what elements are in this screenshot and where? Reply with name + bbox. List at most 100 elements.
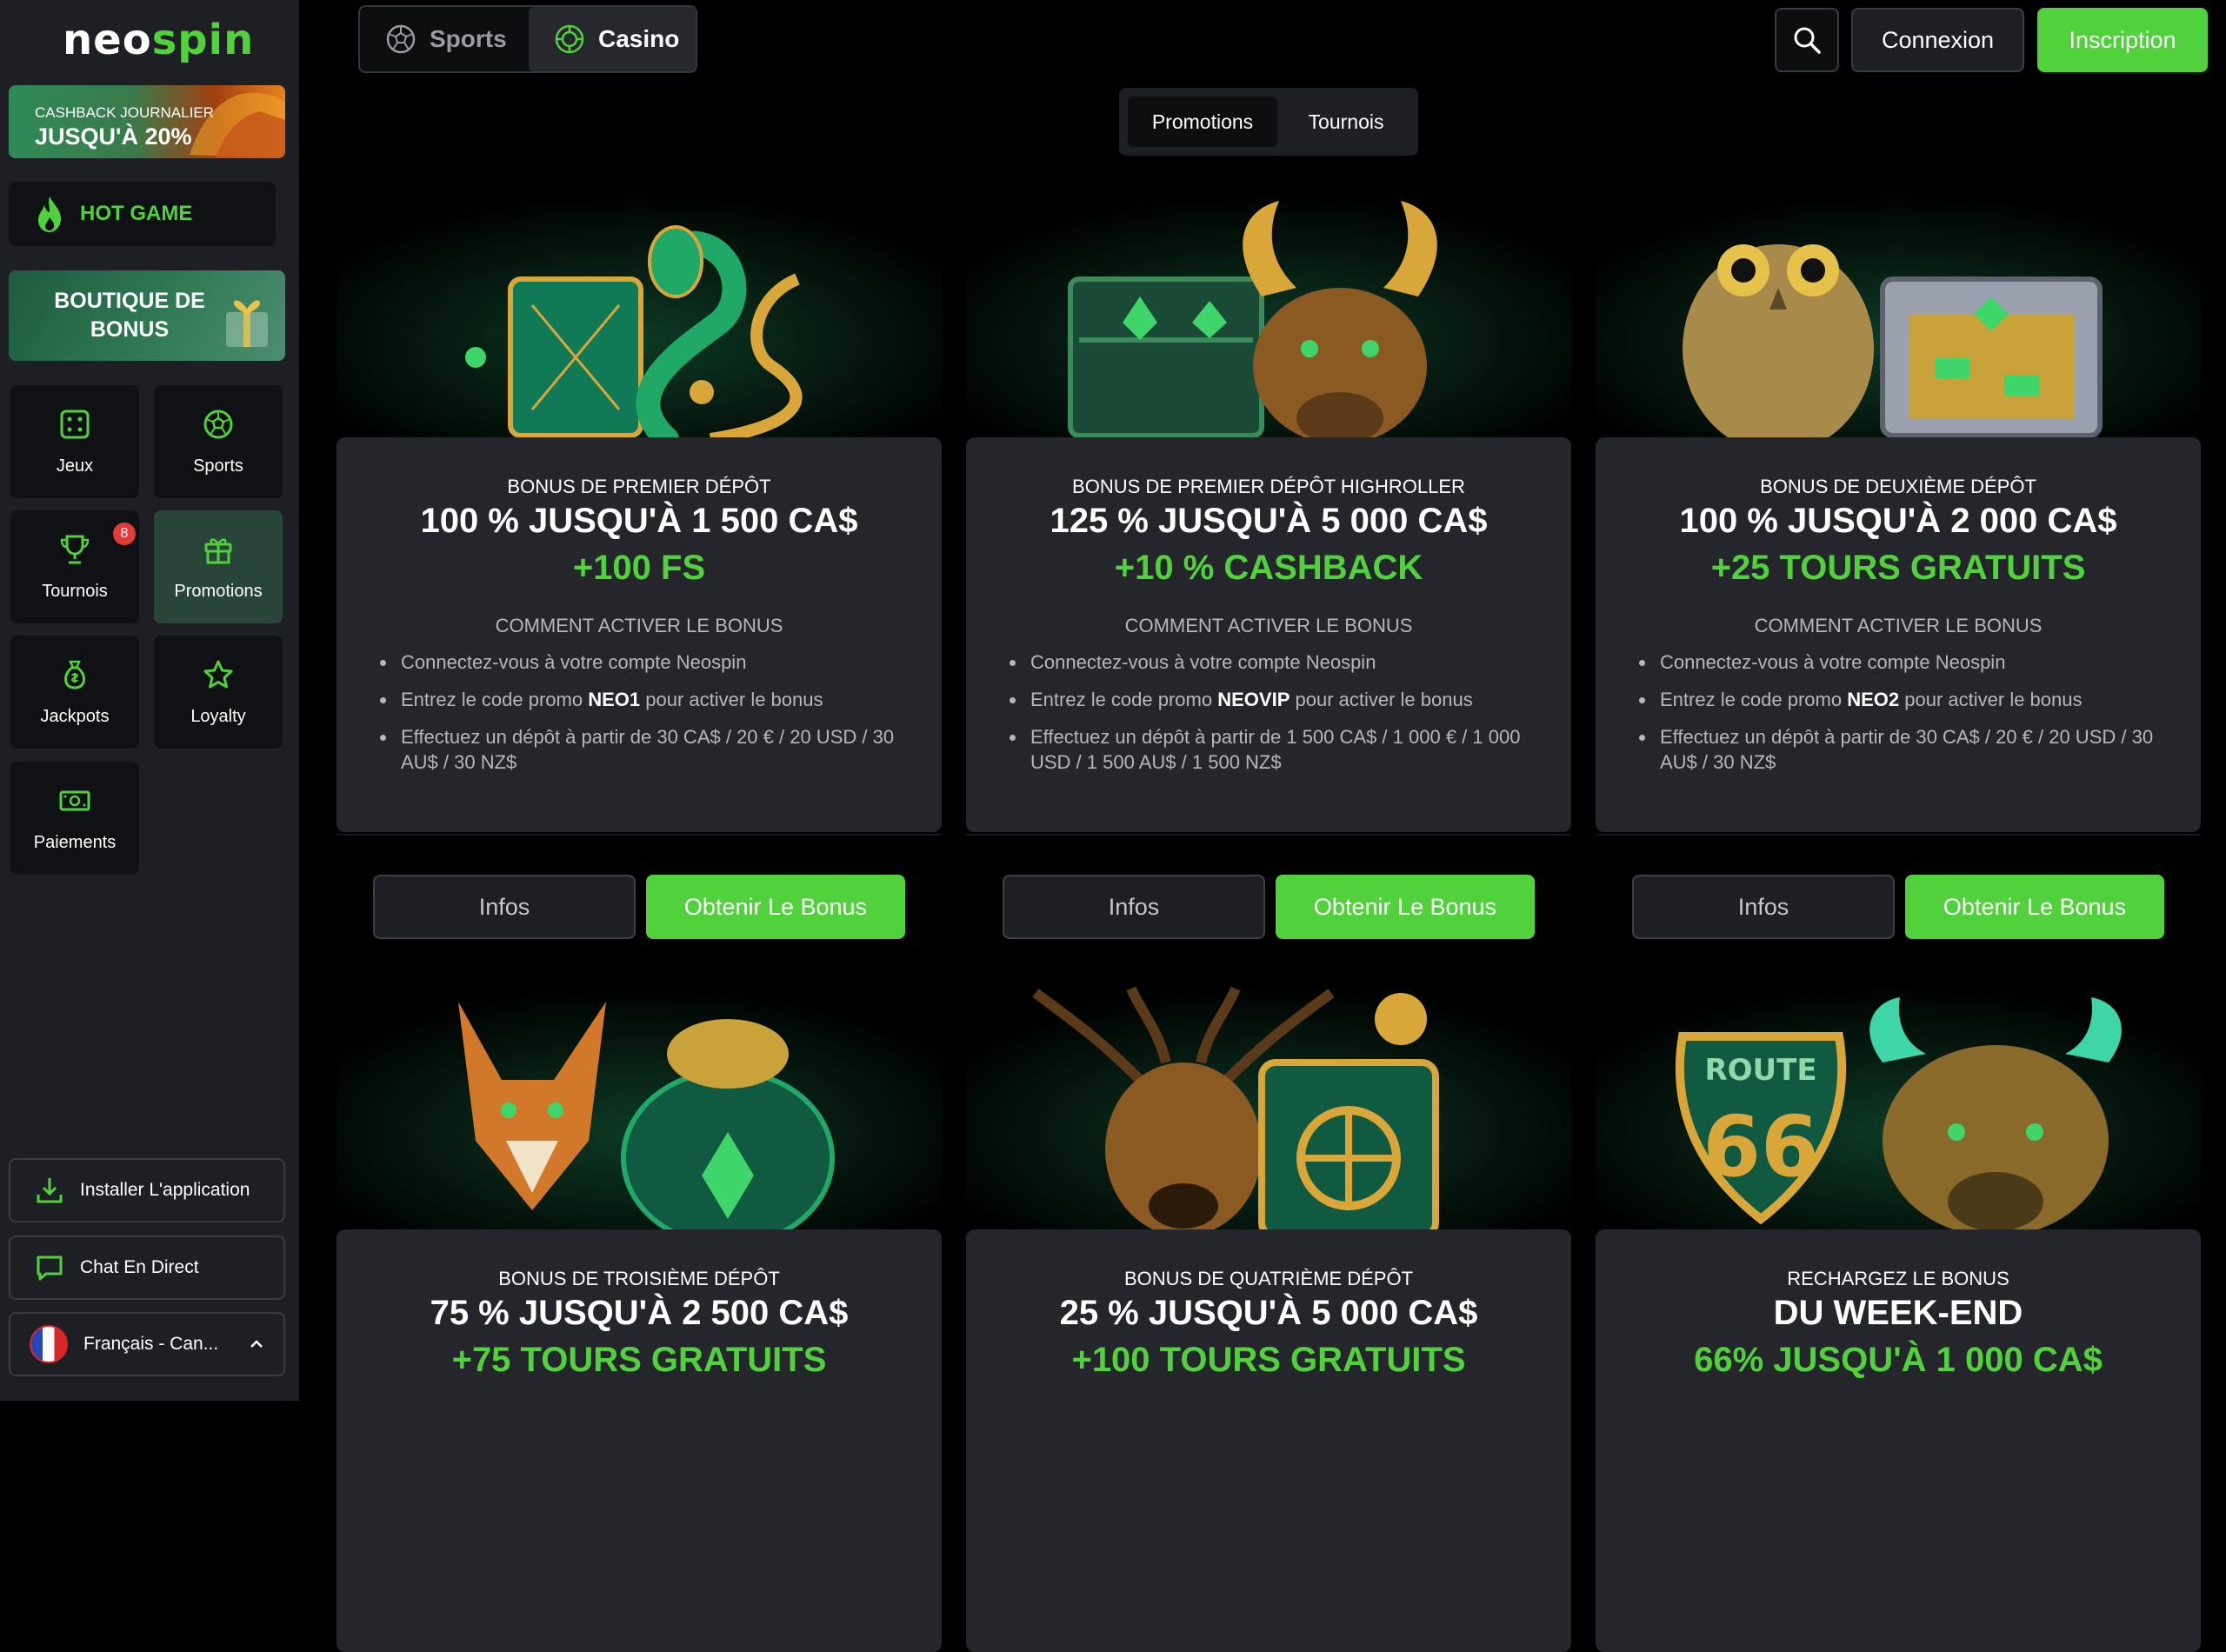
signup-button[interactable]: Inscription [2037,8,2208,72]
language-label: Français - Can... [83,1334,219,1354]
search-icon [1794,27,1821,54]
promo-step: Effectuez un dépôt à partir de 30 CA$ / … [377,724,916,775]
live-chat-button[interactable]: Chat En Direct [9,1236,285,1300]
install-app-button[interactable]: Installer L'application [9,1158,285,1222]
promo-step: Effectuez un dépôt à partir de 30 CA$ / … [1636,724,2175,775]
download-icon [37,1178,63,1203]
bull-chest-illustration-icon [966,192,1571,439]
promo-caption: BONUS DE PREMIER DÉPÔT [507,476,771,497]
info-button[interactable]: Infos [373,875,636,939]
sidebar-item-label: Jackpots [40,706,110,726]
promo-illustration [1596,192,2201,439]
promo-card-body: BONUS DE QUATRIÈME DÉPÔT 25 % JUSQU'À 5 … [966,1229,1571,1652]
promo-headline: 125 % JUSQU'À 5 000 CA$ [1050,502,1488,540]
promo-steps: Connectez-vous à votre compte Neospin En… [377,649,916,787]
neospin-logo[interactable]: neospin [63,16,254,64]
flame-icon [38,197,62,232]
hot-game-button[interactable]: HOT GAME [9,182,276,246]
promo-card-body: BONUS DE TROISIÈME DÉPÔT 75 % JUSQU'À 2 … [337,1229,942,1652]
bonus-shop-label: BOUTIQUE DE BONUS [54,289,205,342]
live-chat-label: Chat En Direct [80,1257,199,1277]
sidebar-item-jeux[interactable]: Jeux [10,385,139,498]
sidebar-item-jackpots[interactable]: Jackpots [10,636,139,749]
promo-step: Entrez le code promo NEOVIP pour activer… [1006,687,1545,712]
promo-headline: 25 % JUSQU'À 5 000 CA$ [1059,1294,1478,1332]
promo-how-title: COMMENT ACTIVER LE BONUS [495,615,783,636]
gift-box-illustration-icon [226,300,268,347]
get-bonus-button[interactable]: Obtenir Le Bonus [1905,875,2164,939]
sidebar-item-paiements[interactable]: Paiements [10,762,139,875]
divider [1596,834,2201,836]
promo-tabs: Promotions Tournois [1119,88,1418,156]
svg-text:66: 66 [1703,1098,1819,1196]
star-icon [203,660,233,688]
owl-chest-illustration-icon [1596,192,2201,439]
info-button[interactable]: Infos [1632,875,1895,939]
tab-sports[interactable]: Sports [360,7,527,71]
promo-highlight: +10 % CASHBACK [1114,549,1423,587]
promo-caption: BONUS DE TROISIÈME DÉPÔT [498,1268,780,1289]
promo-highlight: +75 TOURS GRATUITS [451,1341,827,1379]
sidebar-item-loyalty[interactable]: Loyalty [154,636,283,749]
promo-step: Effectuez un dépôt à partir de 1 500 CA$… [1006,724,1545,775]
sidebar-item-label: Loyalty [190,706,246,726]
get-bonus-button[interactable]: Obtenir Le Bonus [1276,875,1535,939]
login-button[interactable]: Connexion [1851,8,2024,72]
notification-badge: 8 [113,523,136,545]
sidebar: neospin CASHBACK JOURNALIER JUSQU'À 20% … [0,0,299,1401]
tab-tournois[interactable]: Tournois [1281,97,1411,147]
tab-promotions[interactable]: Promotions [1128,97,1277,147]
promo-how-title: COMMENT ACTIVER LE BONUS [1754,615,2043,636]
deer-safe-illustration-icon [966,984,1571,1231]
fox-bag-illustration-icon [337,984,942,1231]
promo-headline: 100 % JUSQU'À 1 500 CA$ [420,502,858,540]
sidebar-item-tournois[interactable]: Tournois 8 [10,510,139,623]
tab-casino[interactable]: Casino [529,7,696,71]
language-selector[interactable]: Français - Can... [9,1312,285,1376]
cashback-banner[interactable]: CASHBACK JOURNALIER JUSQU'À 20% [9,85,285,158]
soccer-ball-icon [386,24,416,54]
promo-step: Entrez le code promo NEO2 pour activer l… [1636,687,2175,712]
promo-headline: 100 % JUSQU'À 2 000 CA$ [1679,502,2117,540]
promo-card-body: BONUS DE PREMIER DÉPÔT HIGHROLLER 125 % … [966,437,1571,939]
tab-sports-label: Sports [430,25,507,52]
info-button[interactable]: Infos [1003,875,1265,939]
promo-how-title: COMMENT ACTIVER LE BONUS [1124,615,1413,636]
sidebar-item-sports[interactable]: Sports [154,385,283,498]
hot-game-label: HOT GAME [80,202,193,225]
promo-code: NEO2 [1847,689,1900,710]
cashback-caption: CASHBACK JOURNALIER [35,104,214,121]
promo-step: Entrez le code promo NEO1 pour activer l… [377,687,916,712]
tab-casino-label: Casino [598,25,680,52]
search-button[interactable] [1775,8,1839,72]
soccer-ball-icon [203,410,233,438]
svg-text:ROUTE: ROUTE [1704,1053,1816,1088]
promo-caption: BONUS DE DEUXIÈME DÉPÔT [1760,476,2036,497]
promo-illustration: ROUTE 66 [1596,984,2201,1231]
sidebar-item-promotions[interactable]: Promotions [154,510,283,623]
sidebar-item-label: Sports [193,456,243,476]
promo-step: Connectez-vous à votre compte Neospin [1636,649,2175,675]
money-bag-icon [64,660,85,689]
promo-caption: BONUS DE QUATRIÈME DÉPÔT [1123,1268,1414,1289]
promo-card-body: RECHARGEZ LE BONUS DU WEEK-END 66% JUSQU… [1596,1229,2201,1652]
promo-step: Connectez-vous à votre compte Neospin [1006,649,1545,675]
sidebar-item-label: Jeux [56,456,94,476]
promo-highlight: 66% JUSQU'À 1 000 CA$ [1694,1341,2103,1379]
bonus-shop-banner[interactable]: BOUTIQUE DE BONUS [9,270,285,361]
gift-icon [204,537,232,563]
promo-code: NEOVIP [1217,689,1290,710]
install-app-label: Installer L'application [80,1180,250,1200]
divider [337,834,942,836]
chevron-up-icon [250,1340,263,1348]
cash-icon [59,790,90,810]
promo-highlight: +100 FS [572,549,706,587]
sidebar-item-label: Tournois [42,581,108,601]
get-bonus-button[interactable]: Obtenir Le Bonus [646,875,905,939]
promo-headline: DU WEEK-END [1773,1294,2023,1332]
sports-casino-switch: Sports Casino [358,5,697,73]
promo-code: NEO1 [588,689,641,710]
dice-icon [60,410,90,438]
promo-card-body: BONUS DE DEUXIÈME DÉPÔT 100 % JUSQU'À 2 … [1596,437,2201,939]
sidebar-item-label: Paiements [33,832,117,852]
